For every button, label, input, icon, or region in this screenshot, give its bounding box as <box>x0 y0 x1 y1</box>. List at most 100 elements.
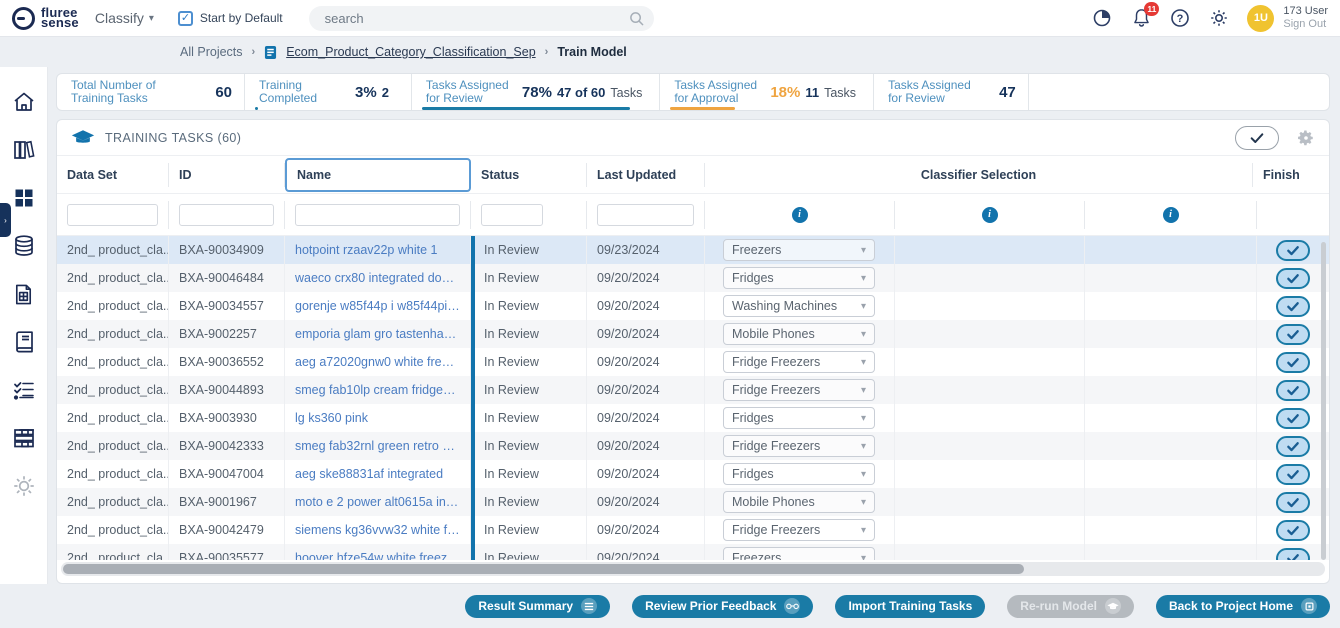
cell-name-link[interactable]: smeg fab10lp cream fridges an... <box>295 383 460 397</box>
classifier-2-info-icon[interactable]: i <box>982 207 998 223</box>
action-import-training-tasks-button[interactable]: Import Training Tasks <box>835 595 985 618</box>
finish-check-button[interactable] <box>1276 352 1310 373</box>
graduation-cap-icon <box>71 129 95 147</box>
finish-check-button[interactable] <box>1276 464 1310 485</box>
start-by-default-checkbox[interactable]: ✓ <box>178 11 193 26</box>
table-row[interactable]: 2nd_ product_cla... BXA-9003930 lg ks360… <box>57 404 1329 432</box>
column-header-id[interactable]: ID <box>169 163 285 187</box>
cell-name-link[interactable]: moto e 2 power alt0615a indoo... <box>295 495 460 509</box>
classifier-select[interactable]: Fridges ▾ <box>723 407 875 429</box>
filter-dataset-input[interactable] <box>67 204 158 226</box>
table-row[interactable]: 2nd_ product_cla... BXA-90042333 smeg fa… <box>57 432 1329 460</box>
settings-icon[interactable] <box>11 473 37 499</box>
horizontal-scrollbar[interactable] <box>61 562 1325 576</box>
action-re-run-model-button[interactable]: Re-run Model <box>1007 595 1134 618</box>
cell-name-link[interactable]: emporia glam gro tastenhandy ... <box>295 327 460 341</box>
finish-check-button[interactable] <box>1276 268 1310 289</box>
classifier-select[interactable]: Fridge Freezers ▾ <box>723 435 875 457</box>
classifier-1-info-icon[interactable]: i <box>792 207 808 223</box>
vertical-scrollbar[interactable] <box>1321 242 1326 560</box>
classifier-3-info-icon[interactable]: i <box>1163 207 1179 223</box>
filter-id-input[interactable] <box>179 204 274 226</box>
breadcrumb-all-projects[interactable]: All Projects <box>180 45 243 59</box>
column-header-classifier-selection[interactable]: Classifier Selection <box>705 163 1253 187</box>
action-review-prior-feedback-button[interactable]: Review Prior Feedback <box>632 595 813 618</box>
finish-check-button[interactable] <box>1276 380 1310 401</box>
cell-name-link[interactable]: aeg ske88831af integrated <box>295 467 443 481</box>
stat-label: Total Number of Training Tasks <box>71 79 167 105</box>
journal-icon[interactable] <box>11 329 37 355</box>
filter-status-input[interactable] <box>481 204 543 226</box>
checklist-icon[interactable] <box>11 377 37 403</box>
status-color-bar <box>471 236 475 264</box>
finish-check-button[interactable] <box>1276 436 1310 457</box>
finish-check-button[interactable] <box>1276 240 1310 261</box>
classifier-select[interactable]: Fridges ▾ <box>723 463 875 485</box>
filter-updated-input[interactable] <box>597 204 694 226</box>
cell-name-link[interactable]: waeco crx80 integrated dometi... <box>295 271 460 285</box>
table-row[interactable]: 2nd_ product_cla... BXA-90042479 siemens… <box>57 516 1329 544</box>
filter-name-input[interactable] <box>295 204 460 226</box>
select-all-check-button[interactable] <box>1235 126 1279 150</box>
horizontal-scrollbar-thumb[interactable] <box>63 564 1024 574</box>
cell-name-link[interactable]: hoover hfze54w white freezer ... <box>295 551 460 560</box>
spreadsheet-icon[interactable] <box>11 281 37 307</box>
cell-name-link[interactable]: lg ks360 pink <box>295 411 368 425</box>
finish-check-button[interactable] <box>1276 548 1310 561</box>
table-row[interactable]: 2nd_ product_cla... BXA-90035577 hoover … <box>57 544 1329 560</box>
action-back-to-project-home-button[interactable]: Back to Project Home <box>1156 595 1330 618</box>
status-color-bar <box>471 348 475 376</box>
table-row[interactable]: 2nd_ product_cla... BXA-90046484 waeco c… <box>57 264 1329 292</box>
pie-chart-icon[interactable] <box>1091 7 1113 29</box>
classifier-select[interactable]: Fridge Freezers ▾ <box>723 519 875 541</box>
flureesense-logo[interactable]: fluree sense <box>12 7 79 30</box>
classifier-select[interactable]: Fridges ▾ <box>723 267 875 289</box>
cell-name-link[interactable]: gorenje w85f44p i w85f44piuk ... <box>295 299 460 313</box>
classifier-select[interactable]: Mobile Phones ▾ <box>723 491 875 513</box>
column-header-last-updated[interactable]: Last Updated <box>587 163 705 187</box>
finish-check-button[interactable] <box>1276 492 1310 513</box>
classifier-select[interactable]: Freezers ▾ <box>723 547 875 560</box>
home-icon[interactable] <box>11 89 37 115</box>
table-row[interactable]: 2nd_ product_cla... BXA-9002257 emporia … <box>57 320 1329 348</box>
gear-icon[interactable] <box>1208 7 1230 29</box>
avatar[interactable]: 1U <box>1247 5 1274 32</box>
classifier-select[interactable]: Freezers ▾ <box>723 239 875 261</box>
table-row[interactable]: 2nd_ product_cla... BXA-90044893 smeg fa… <box>57 376 1329 404</box>
library-icon[interactable] <box>11 137 37 163</box>
classifier-select[interactable]: Mobile Phones ▾ <box>723 323 875 345</box>
cell-name-link[interactable]: smeg fab32rnl green retro styl... <box>295 439 460 453</box>
cell-name-link[interactable]: siemens kg36vvw32 white frei... <box>295 523 460 537</box>
database-icon[interactable] <box>11 233 37 259</box>
table-row[interactable]: 2nd_ product_cla... BXA-90034909 hotpoin… <box>57 236 1329 264</box>
panel-settings-gear-icon[interactable] <box>1297 129 1315 147</box>
table-row[interactable]: 2nd_ product_cla... BXA-90034557 gorenje… <box>57 292 1329 320</box>
classifier-select[interactable]: Fridge Freezers ▾ <box>723 379 875 401</box>
search-input[interactable] <box>325 11 629 26</box>
apps-grid-icon[interactable] <box>11 185 37 211</box>
column-header-dataset[interactable]: Data Set <box>57 163 169 187</box>
column-header-name[interactable]: Name <box>285 158 471 192</box>
finish-check-button[interactable] <box>1276 520 1310 541</box>
action-result-summary-button[interactable]: Result Summary <box>465 595 610 618</box>
classifier-select[interactable]: Washing Machines ▾ <box>723 295 875 317</box>
cell-name-link[interactable]: aeg a72020gnw0 white freezer... <box>295 355 460 369</box>
column-header-status[interactable]: Status <box>471 163 587 187</box>
sign-out-link[interactable]: Sign Out <box>1283 18 1328 31</box>
table-row[interactable]: 2nd_ product_cla... BXA-90036552 aeg a72… <box>57 348 1329 376</box>
cell-name-link[interactable]: hotpoint rzaav22p white 1 <box>295 243 437 257</box>
classifier-select[interactable]: Fridge Freezers ▾ <box>723 351 875 373</box>
finish-check-button[interactable] <box>1276 324 1310 345</box>
help-icon[interactable]: ? <box>1169 7 1191 29</box>
table-row[interactable]: 2nd_ product_cla... BXA-90047004 aeg ske… <box>57 460 1329 488</box>
classify-dropdown[interactable]: Classify ▾ <box>95 10 154 26</box>
breadcrumb-project-link[interactable]: Ecom_Product_Category_Classification_Sep <box>286 45 535 59</box>
column-header-finish[interactable]: Finish <box>1253 163 1325 187</box>
sidebar-expand-handle[interactable]: › <box>0 203 11 237</box>
finish-check-button[interactable] <box>1276 408 1310 429</box>
finish-check-button[interactable] <box>1276 296 1310 317</box>
table-row[interactable]: 2nd_ product_cla... BXA-9001967 moto e 2… <box>57 488 1329 516</box>
notifications-bell-icon[interactable]: 11 <box>1130 7 1152 29</box>
server-rows-icon[interactable] <box>11 425 37 451</box>
cell-last-updated: 09/20/2024 <box>587 348 705 376</box>
